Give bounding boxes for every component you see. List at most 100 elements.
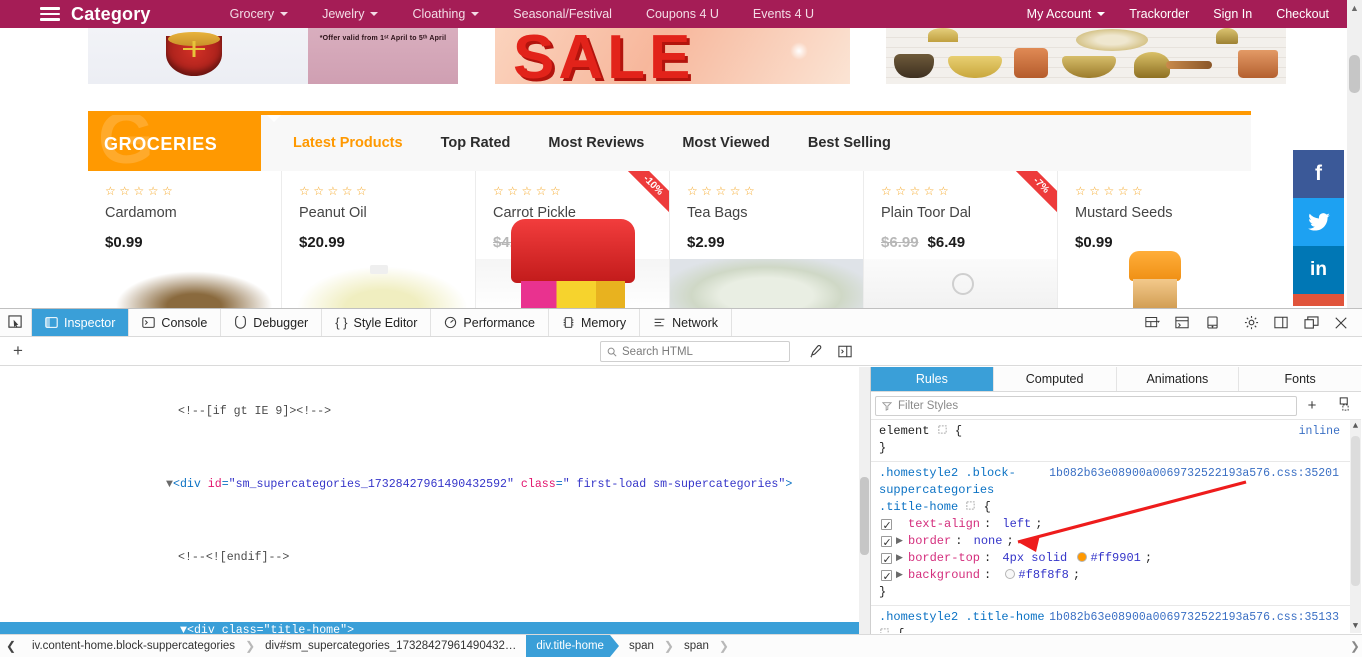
rule-selector[interactable]: element (879, 424, 929, 438)
rules-scroll-up-icon[interactable]: ▲ (1350, 420, 1361, 433)
site-brand[interactable]: Category (71, 4, 151, 25)
nav-item-my-account[interactable]: My Account (1015, 7, 1118, 21)
banner-diya[interactable] (88, 28, 308, 84)
nav-item-cloathing[interactable]: Cloathing (395, 7, 496, 21)
devtools-tab-performance[interactable]: Performance (431, 309, 549, 336)
css-property-border-top[interactable]: ▶ border-top: 4px solid #ff9901; (879, 550, 1353, 568)
property-name[interactable]: border (908, 533, 951, 550)
facebook-icon[interactable]: f (1293, 150, 1344, 198)
add-node-button[interactable]: + (0, 341, 36, 361)
page-scrollbar-thumb[interactable] (1349, 55, 1360, 93)
twitter-icon[interactable] (1293, 198, 1344, 246)
expander-icon[interactable]: ▶ (896, 533, 904, 550)
markup-scrollbar-thumb[interactable] (860, 477, 869, 555)
rule-selector[interactable]: .homestyle2 .block-suppercategories .tit… (879, 466, 1016, 514)
filter-styles-input[interactable]: Filter Styles (875, 395, 1297, 416)
property-value[interactable]: left (1002, 516, 1031, 533)
chevron-left-icon[interactable]: ❮ (0, 639, 22, 653)
tab-latest-products[interactable]: Latest Products (274, 135, 422, 151)
css-property-text-align[interactable]: text-align: left; (879, 516, 1353, 534)
property-enabled-checkbox[interactable] (881, 517, 892, 534)
dock-window-icon[interactable] (1296, 316, 1326, 329)
breadcrumb-item-title-home[interactable]: div.title-home (517, 635, 619, 657)
tab-top-rated[interactable]: Top Rated (422, 135, 530, 151)
css-rule-element[interactable]: element { inline } (871, 420, 1361, 462)
markup-line[interactable]: <!--[if gt IE 9]><!--> (0, 403, 870, 421)
tab-computed[interactable]: Computed (994, 367, 1117, 391)
linkedin-icon[interactable]: in (1293, 246, 1344, 294)
markup-scrollbar[interactable] (859, 367, 870, 635)
highlight-selector-icon[interactable] (965, 500, 983, 514)
css-property-border[interactable]: ▶ border: none; (879, 533, 1353, 551)
breadcrumb-item-span-2[interactable]: span (674, 635, 719, 657)
color-swatch[interactable] (1005, 569, 1016, 579)
nav-item-jewelry[interactable]: Jewelry (305, 7, 395, 21)
property-name[interactable]: border-top (908, 550, 980, 567)
product-name[interactable]: Cardamom (105, 205, 281, 221)
property-value[interactable]: 4px solid #ff9901 (1002, 550, 1140, 567)
expander-icon[interactable]: ▶ (896, 567, 904, 584)
settings-gear-icon[interactable] (1236, 315, 1266, 330)
page-scrollbar[interactable]: ▲ (1347, 0, 1362, 308)
color-picker-eyedropper-icon[interactable] (800, 344, 830, 359)
rules-list[interactable]: element { inline } .homestyle2 .block-su… (871, 420, 1361, 633)
tab-most-viewed[interactable]: Most Viewed (663, 135, 789, 151)
product-name[interactable]: Tea Bags (687, 205, 863, 221)
add-rule-button[interactable]: + (1297, 397, 1327, 414)
expander-icon[interactable]: ▶ (896, 550, 904, 567)
tab-fonts[interactable]: Fonts (1239, 367, 1361, 391)
product-card[interactable]: -10% ☆☆☆☆☆ Carrot Pickle $4.99$4.49 (476, 171, 670, 308)
property-enabled-checkbox[interactable] (881, 568, 892, 585)
product-name[interactable]: Mustard Seeds (1075, 205, 1251, 221)
search-html-input[interactable]: Search HTML (600, 341, 790, 362)
social-extra-bar[interactable] (1293, 294, 1344, 306)
devtools-tab-debugger[interactable]: Debugger (221, 309, 323, 336)
responsive-layout-icon[interactable] (1137, 316, 1167, 329)
property-enabled-checkbox[interactable] (881, 534, 892, 551)
markup-line[interactable]: ▼<div id="sm_supercategories_17328427961… (0, 476, 870, 494)
property-enabled-checkbox[interactable] (881, 551, 892, 568)
rules-scroll-down-icon[interactable]: ▼ (1350, 620, 1361, 633)
devtools-tab-memory[interactable]: Memory (549, 309, 641, 336)
property-value[interactable]: none (974, 533, 1003, 550)
nav-item-coupons-4-u[interactable]: Coupons 4 U (629, 7, 736, 21)
devtools-tab-console[interactable]: Console (129, 309, 222, 336)
markup-view[interactable]: <!--[if gt IE 9]><!--> ▼<div id="sm_supe… (0, 367, 871, 635)
banner-cookware[interactable] (886, 28, 1286, 84)
highlight-selector-icon[interactable] (937, 424, 955, 438)
tab-animations[interactable]: Animations (1117, 367, 1240, 391)
css-rule-title-home[interactable]: .homestyle2 .title-home { 1b082b63e08900… (871, 606, 1361, 633)
product-card[interactable]: ☆☆☆☆☆ Mustard Seeds $0.99 (1058, 171, 1251, 308)
rule-selector[interactable]: .homestyle2 .title-home (879, 610, 1045, 624)
element-picker-icon[interactable] (0, 309, 32, 336)
tab-rules[interactable]: Rules (871, 367, 994, 391)
nav-item-trackorder[interactable]: Trackorder (1117, 7, 1201, 21)
split-console-icon[interactable] (1167, 316, 1197, 329)
devtools-tab-network[interactable]: Network (640, 309, 732, 336)
css-property-background[interactable]: ▶ background: #f8f8f8; (879, 567, 1353, 585)
nav-item-sign-in[interactable]: Sign In (1201, 7, 1264, 21)
nav-item-seasonal-festival[interactable]: Seasonal/Festival (496, 7, 629, 21)
devtools-tab-inspector[interactable]: Inspector (32, 309, 130, 336)
product-card[interactable]: -7% ☆☆☆☆☆ Plain Toor Dal $6.99 $6.49 (864, 171, 1058, 308)
product-card[interactable]: ☆☆☆☆☆ Peanut Oil $20.99 (282, 171, 476, 308)
nav-item-grocery[interactable]: Grocery (213, 7, 305, 21)
nav-item-events-4-u[interactable]: Events 4 U (736, 7, 831, 21)
product-name[interactable]: Peanut Oil (299, 205, 475, 221)
highlight-selector-icon[interactable] (879, 627, 897, 633)
nav-item-checkout[interactable]: Checkout (1264, 7, 1347, 21)
scroll-up-icon[interactable]: ▲ (1347, 0, 1362, 15)
color-swatch[interactable] (1077, 552, 1088, 562)
rule-source[interactable]: 1b082b63e08900a0069732522193a576.css:351… (1049, 609, 1353, 626)
rule-source[interactable]: 1b082b63e08900a0069732522193a576.css:352… (1049, 465, 1353, 482)
hamburger-icon[interactable] (40, 7, 60, 21)
responsive-mode-icon[interactable] (1197, 316, 1227, 329)
property-name[interactable]: background (908, 567, 980, 584)
close-icon[interactable] (1326, 316, 1356, 330)
breadcrumb-item-span-1[interactable]: span (619, 635, 664, 657)
rule-source[interactable]: inline (1299, 423, 1353, 440)
dock-side-icon[interactable] (1266, 316, 1296, 329)
banner-offer-text[interactable]: *Offer valid from 1ˢᵗ April to 5ᵗʰ April (308, 28, 458, 84)
markup-line[interactable]: <!--<![endif]--> (0, 549, 870, 567)
banner-sale[interactable]: SALE (495, 28, 850, 84)
